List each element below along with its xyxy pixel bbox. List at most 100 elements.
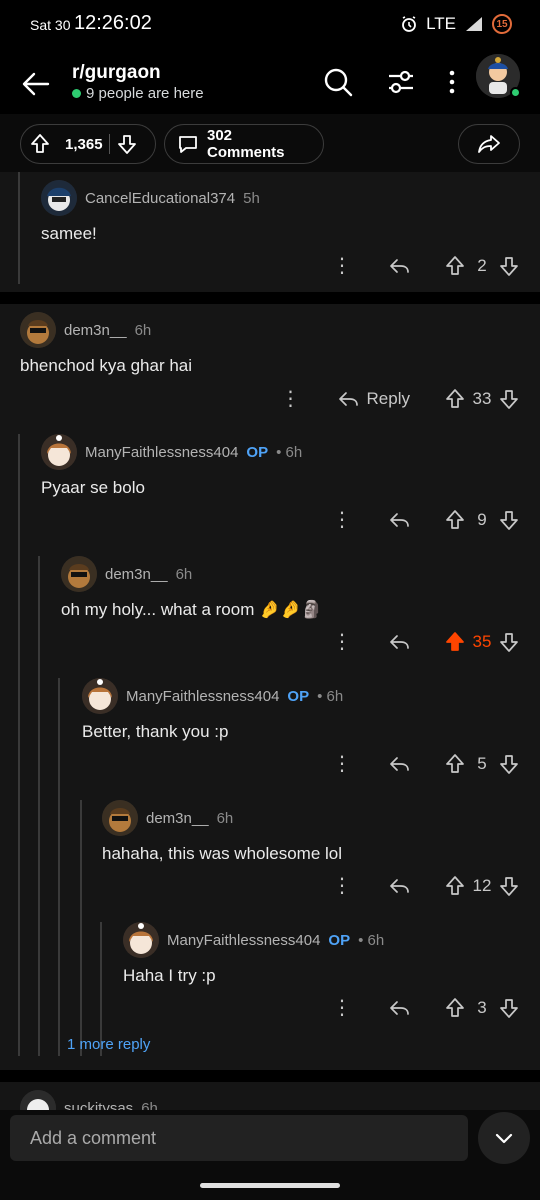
comment: CancelEducational374 5h samee! <box>41 180 260 244</box>
comment-avatar[interactable] <box>102 800 138 836</box>
comment-header: ManyFaithlessness404 OP • 6h <box>41 434 302 470</box>
upvote-icon[interactable] <box>444 509 466 531</box>
comment-username[interactable]: dem3n__ <box>146 810 209 827</box>
comment-time: • 6h <box>276 443 303 461</box>
comment-avatar[interactable] <box>61 556 97 592</box>
downvote-icon[interactable] <box>498 753 520 775</box>
comment-time: • 6h <box>358 931 385 949</box>
op-badge: OP <box>246 443 269 461</box>
comment-header: dem3n__ 6h <box>102 800 342 836</box>
reply-button[interactable] <box>388 631 410 653</box>
subreddit-title[interactable]: r/gurgaon <box>72 62 161 84</box>
comment-avatar[interactable] <box>41 180 77 216</box>
downvote-icon[interactable] <box>498 631 520 653</box>
reply-icon <box>390 1001 409 1015</box>
reply-button[interactable] <box>388 997 410 1019</box>
reply-icon <box>390 757 409 771</box>
reply-icon <box>390 879 409 893</box>
comment-more-icon[interactable]: ⋮ <box>330 510 354 530</box>
sort-filter-icon[interactable] <box>385 66 417 98</box>
comment-time: 6h <box>216 809 234 827</box>
comment-avatar[interactable] <box>20 312 56 348</box>
comment-more-icon[interactable]: ⋮ <box>330 256 354 276</box>
comment-username[interactable]: suckitysas <box>64 1100 133 1111</box>
downvote-icon[interactable] <box>498 875 520 897</box>
comment-avatar[interactable] <box>41 434 77 470</box>
upvote-icon[interactable] <box>444 997 466 1019</box>
comment-score: 9 <box>477 510 487 529</box>
search-icon[interactable] <box>322 66 354 98</box>
downvote-icon[interactable] <box>498 509 520 531</box>
comment-time: • 6h <box>317 687 344 705</box>
thread-line <box>18 172 20 284</box>
comment-username[interactable]: CancelEducational374 <box>85 190 235 207</box>
comment-more-icon[interactable]: ⋮ <box>330 632 354 652</box>
comment-avatar[interactable] <box>20 1090 56 1110</box>
comment-avatar[interactable] <box>123 922 159 958</box>
signal-icon <box>464 15 484 33</box>
comment-more-icon[interactable]: ⋮ <box>279 389 303 409</box>
reply-icon <box>338 392 358 406</box>
back-arrow-icon[interactable] <box>20 68 52 100</box>
comment-avatar[interactable] <box>82 678 118 714</box>
comments-count: 302 Comments <box>207 127 285 161</box>
comment-header: ManyFaithlessness404 OP • 6h <box>123 922 384 958</box>
comment-time: 5h <box>243 189 260 207</box>
reply-button[interactable] <box>388 255 410 277</box>
thread-line <box>18 434 20 1056</box>
comment-actions: ⋮ 3 <box>330 991 520 1025</box>
comment-header: CancelEducational374 5h <box>41 180 260 216</box>
comment-text: Pyaar se bolo <box>41 478 145 497</box>
online-count-label: 9 people are here <box>86 85 204 102</box>
section-divider <box>0 1070 540 1082</box>
comment-username[interactable]: ManyFaithlessness404 <box>85 444 238 461</box>
comment-actions: ⋮ 5 <box>330 747 520 781</box>
comment-more-icon[interactable]: ⋮ <box>330 876 354 896</box>
add-comment-input[interactable]: Add a comment <box>10 1115 468 1161</box>
comment-more-icon[interactable]: ⋮ <box>330 998 354 1018</box>
comment-username[interactable]: ManyFaithlessness404 <box>126 688 279 705</box>
network-label: LTE <box>426 14 456 33</box>
thread-line <box>58 678 60 1056</box>
home-indicator[interactable] <box>200 1183 340 1188</box>
online-status-dot <box>510 87 521 98</box>
collapse-button[interactable] <box>478 1112 530 1164</box>
alarm-icon <box>400 15 418 33</box>
upvote-active-icon[interactable] <box>444 631 466 653</box>
comment-time: 6h <box>134 321 152 339</box>
reply-icon <box>390 513 409 527</box>
comment-bubble-icon <box>177 133 199 155</box>
comment-text: hahaha, this was wholesome lol <box>102 844 343 863</box>
op-badge: OP <box>287 687 310 705</box>
reply-button[interactable]: Reply <box>337 388 410 410</box>
downvote-icon[interactable] <box>498 997 520 1019</box>
comment: dem3n__ 6h hahaha, this was wholesome lo… <box>102 800 342 864</box>
comment-username[interactable]: dem3n__ <box>105 566 168 583</box>
vote-divider <box>108 134 110 154</box>
reply-button[interactable] <box>388 753 410 775</box>
comment-more-icon[interactable]: ⋮ <box>330 754 354 774</box>
comment-username[interactable]: ManyFaithlessness404 <box>167 932 320 949</box>
status-bar: Sat 30 12:26:02 LTE 15 <box>0 0 540 52</box>
comment-score: 33 <box>472 389 492 408</box>
more-options-icon[interactable] <box>436 66 468 98</box>
upvote-icon[interactable] <box>444 753 466 775</box>
comment: dem3n__ 6h bhenchod kya ghar hai <box>20 312 192 376</box>
downvote-icon[interactable] <box>116 133 138 155</box>
downvote-icon[interactable] <box>498 255 520 277</box>
downvote-icon[interactable] <box>498 388 520 410</box>
comment-username[interactable]: dem3n__ <box>64 322 127 339</box>
comment-score: 12 <box>472 876 492 895</box>
user-avatar[interactable] <box>476 54 521 98</box>
comment-header: dem3n__ 6h <box>61 556 323 592</box>
upvote-icon[interactable] <box>444 388 466 410</box>
comments-button[interactable]: 302 Comments <box>164 124 324 164</box>
reply-icon <box>390 259 409 273</box>
reply-button[interactable] <box>388 509 410 531</box>
reply-button[interactable] <box>388 875 410 897</box>
more-replies-link[interactable]: 1 more reply <box>67 1036 150 1053</box>
upvote-icon[interactable] <box>444 255 466 277</box>
upvote-icon[interactable] <box>444 875 466 897</box>
share-button[interactable] <box>458 124 520 164</box>
upvote-icon[interactable] <box>29 133 51 155</box>
